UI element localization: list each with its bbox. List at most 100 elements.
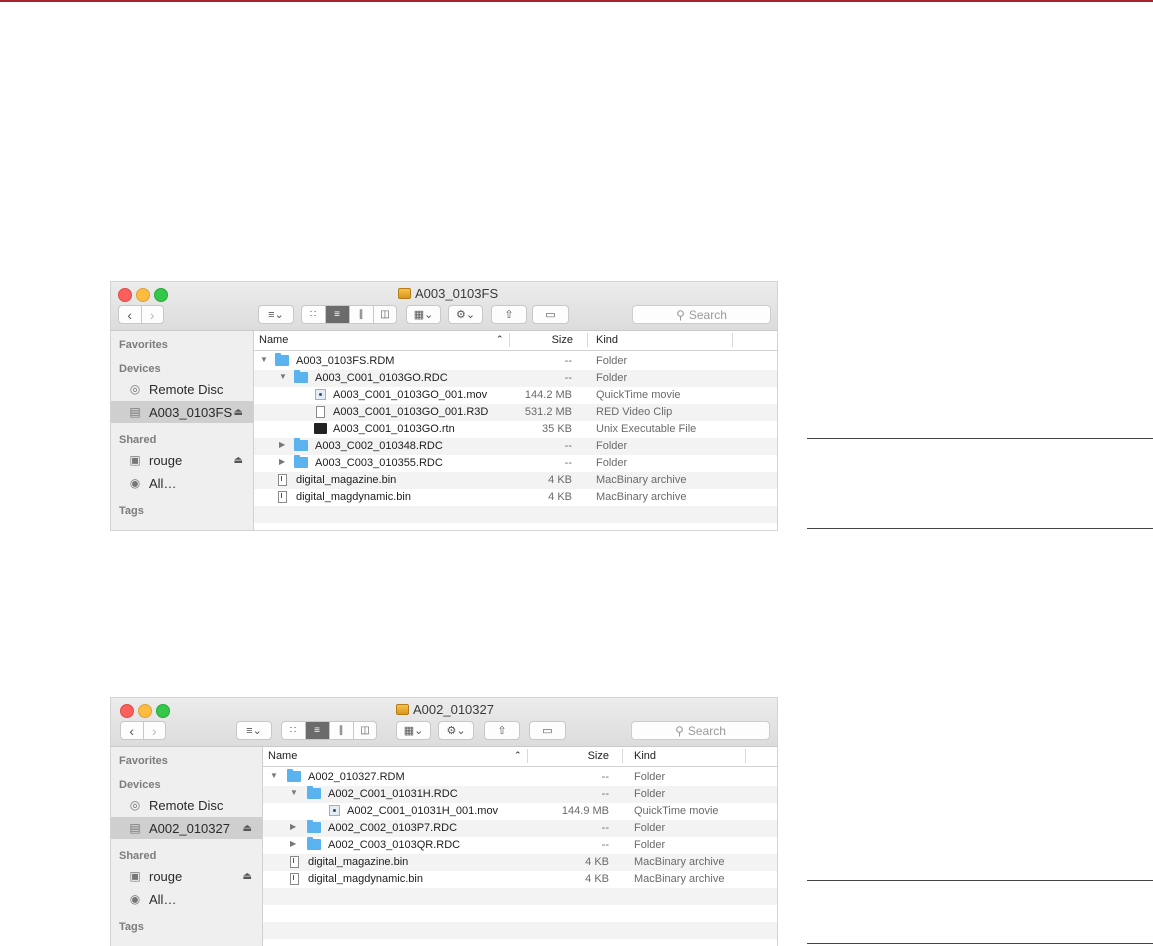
file-row[interactable]: A002_C001_01031H_001.mov 144.9 MB QuickT… — [263, 803, 777, 820]
disclosure-triangle-closed-icon[interactable]: ▶ — [290, 839, 296, 848]
column-view-button[interactable]: ∥ — [330, 722, 354, 739]
list-view-button[interactable]: ≡ — [325, 306, 350, 323]
eject-icon[interactable]: ⏏ — [234, 455, 243, 466]
quicktime-movie-icon — [329, 805, 340, 816]
minimize-window-button[interactable] — [136, 288, 150, 302]
binary-file-icon — [278, 474, 287, 486]
sidebar-item-remote-disc[interactable]: ◎ Remote Disc — [111, 794, 262, 816]
arrange-menu-button[interactable]: ≡ ⌄ — [258, 305, 294, 324]
action-menu-button[interactable]: ⚙ ⌄ — [438, 721, 474, 740]
file-row[interactable]: digital_magazine.bin 4 KB MacBinary arch… — [254, 472, 777, 489]
disclosure-triangle-closed-icon[interactable]: ▶ — [290, 822, 296, 831]
column-size-header[interactable]: Size — [587, 750, 609, 762]
file-row[interactable]: A003_C001_0103GO_001.mov 144.2 MB QuickT… — [254, 387, 777, 404]
column-name-header[interactable]: Name — [268, 750, 297, 762]
tag-button[interactable]: ▭ — [529, 721, 566, 740]
cover-flow-button[interactable]: ◫ — [354, 722, 377, 739]
file-size: -- — [564, 457, 572, 469]
chevron-down-icon: ⌄ — [414, 725, 424, 737]
back-button[interactable]: ‹ — [121, 722, 143, 739]
close-window-button[interactable] — [120, 704, 134, 718]
page-top-rule — [0, 0, 1153, 2]
empty-row — [263, 922, 777, 939]
forward-button[interactable]: › — [140, 306, 164, 323]
sidebar-item-volume[interactable]: ▤ A003_0103FS ⏏ — [111, 401, 253, 423]
file-name: A002_C002_0103P7.RDC — [328, 822, 458, 834]
drive-icon: ▤ — [129, 821, 141, 835]
column-name-header[interactable]: Name — [259, 334, 288, 346]
folder-icon — [287, 769, 301, 782]
sort-ascending-icon: ⌃ — [514, 750, 522, 760]
sidebar-item-all[interactable]: ◉ All… — [111, 888, 262, 910]
sidebar-item-label: rouge — [149, 868, 183, 884]
file-row[interactable]: ▼ A002_C001_01031H.RDC -- Folder — [263, 786, 777, 803]
column-view-button[interactable]: ∥ — [350, 306, 374, 323]
file-kind: Folder — [634, 771, 666, 783]
sidebar-item-remote-disc[interactable]: ◎ Remote Disc — [111, 378, 253, 400]
sidebar-item-volume[interactable]: ▤ A002_010327 ⏏ — [111, 817, 262, 839]
file-row[interactable]: ▼ A003_C001_0103GO.RDC -- Folder — [254, 370, 777, 387]
back-forward-control: ‹ › — [118, 305, 164, 324]
file-row[interactable]: ▼ A002_010327.RDM -- Folder — [263, 769, 777, 786]
file-size: 531.2 MB — [524, 406, 572, 418]
file-row[interactable]: digital_magdynamic.bin 4 KB MacBinary ar… — [263, 871, 777, 888]
disclosure-triangle-closed-icon[interactable]: ▶ — [279, 457, 285, 466]
action-menu-button[interactable]: ⚙ ⌄ — [448, 305, 483, 324]
file-kind: Folder — [634, 788, 666, 800]
file-row[interactable]: ▶ A003_C003_010355.RDC -- Folder — [254, 455, 777, 472]
cover-flow-button[interactable]: ◫ — [374, 306, 397, 323]
search-field[interactable]: ⚲ Search — [631, 721, 770, 740]
zoom-window-button[interactable] — [154, 288, 168, 302]
disclosure-triangle-open-icon[interactable]: ▼ — [260, 355, 268, 364]
disclosure-triangle-closed-icon[interactable]: ▶ — [279, 440, 285, 449]
file-row[interactable]: A003_C001_0103GO_001.R3D 531.2 MB RED Vi… — [254, 404, 777, 421]
forward-button[interactable]: › — [142, 722, 166, 739]
disclosure-triangle-open-icon[interactable]: ▼ — [270, 771, 278, 780]
share-button[interactable]: ⇧ — [484, 721, 520, 740]
close-window-button[interactable] — [118, 288, 132, 302]
tag-button[interactable]: ▭ — [532, 305, 569, 324]
disclosure-triangle-open-icon[interactable]: ▼ — [279, 372, 287, 381]
icon-view-button[interactable]: ∷ — [282, 722, 306, 739]
group-menu-button[interactable]: ▦ ⌄ — [396, 721, 431, 740]
sidebar-item-rouge[interactable]: ▣ rouge ⏏ — [111, 449, 253, 471]
window-title: A002_010327 — [396, 702, 494, 717]
disclosure-triangle-open-icon[interactable]: ▼ — [290, 788, 298, 797]
eject-icon[interactable]: ⏏ — [243, 871, 252, 882]
group-menu-button[interactable]: ▦ ⌄ — [406, 305, 441, 324]
search-field[interactable]: ⚲ Search — [632, 305, 771, 324]
chevron-down-icon: ⌄ — [456, 725, 466, 737]
file-kind: Unix Executable File — [596, 423, 697, 435]
column-kind-header[interactable]: Kind — [596, 334, 618, 346]
file-row[interactable]: digital_magdynamic.bin 4 KB MacBinary ar… — [254, 489, 777, 506]
icon-view-button[interactable]: ∷ — [302, 306, 326, 323]
eject-icon[interactable]: ⏏ — [234, 407, 243, 418]
minimize-window-button[interactable] — [138, 704, 152, 718]
zoom-window-button[interactable] — [156, 704, 170, 718]
arrange-menu-button[interactable]: ≡ ⌄ — [236, 721, 272, 740]
file-row[interactable]: ▶ A002_C003_0103QR.RDC -- Folder — [263, 837, 777, 854]
search-icon: ⚲ — [676, 307, 685, 322]
eject-icon[interactable]: ⏏ — [243, 823, 252, 834]
column-size-header[interactable]: Size — [551, 334, 573, 346]
back-button[interactable]: ‹ — [119, 306, 141, 323]
file-kind: Folder — [596, 355, 628, 367]
divider-rule — [807, 880, 1153, 881]
file-size: -- — [564, 440, 572, 452]
file-row[interactable]: ▶ A003_C002_010348.RDC -- Folder — [254, 438, 777, 455]
share-button[interactable]: ⇧ — [491, 305, 527, 324]
file-row[interactable]: A003_C001_0103GO.rtn 35 KB Unix Executab… — [254, 421, 777, 438]
column-header: Name ⌃ Size Kind — [254, 331, 777, 351]
file-row[interactable]: digital_magazine.bin 4 KB MacBinary arch… — [263, 854, 777, 871]
empty-row — [254, 523, 777, 530]
file-row[interactable]: ▶ A002_C002_0103P7.RDC -- Folder — [263, 820, 777, 837]
column-kind-header[interactable]: Kind — [634, 750, 656, 762]
sidebar: Favorites Devices ◎ Remote Disc ▤ A002_0… — [111, 747, 263, 946]
sidebar-item-rouge[interactable]: ▣ rouge ⏏ — [111, 865, 262, 887]
list-view-button[interactable]: ≡ — [305, 722, 330, 739]
file-name: A002_C001_01031H_001.mov — [347, 805, 499, 817]
file-name: digital_magazine.bin — [296, 474, 397, 486]
sidebar-item-all[interactable]: ◉ All… — [111, 472, 253, 494]
file-name: A003_C002_010348.RDC — [315, 440, 443, 452]
file-row[interactable]: ▼ A003_0103FS.RDM -- Folder — [254, 353, 777, 370]
